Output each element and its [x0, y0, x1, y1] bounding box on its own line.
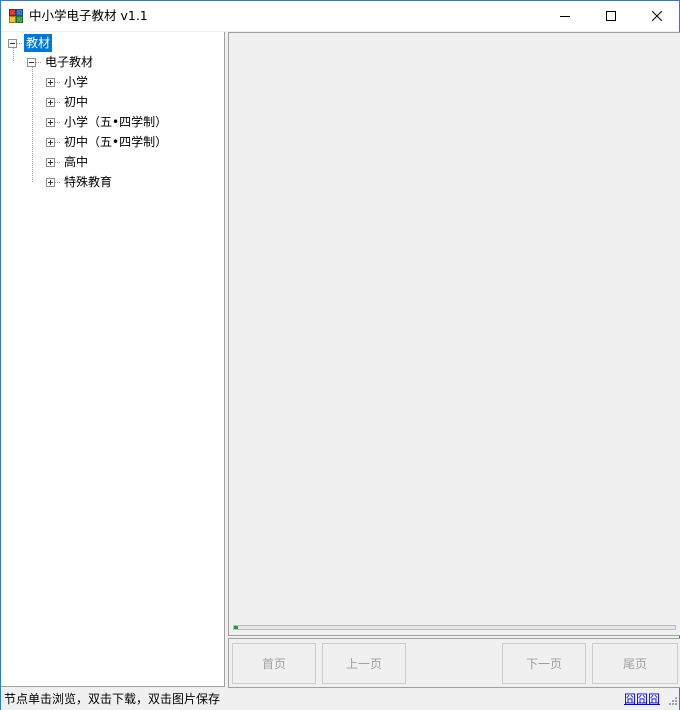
collapse-icon[interactable] — [8, 38, 17, 48]
tree-connector — [55, 141, 61, 143]
page-navigation: 首页 上一页 下一页 尾页 — [228, 638, 680, 688]
tree-node-junior[interactable]: 初中 — [46, 92, 90, 112]
title-bar: 中小学电子教材 v1.1 — [1, 1, 679, 31]
tree-node-label: 电子教材 — [45, 55, 94, 69]
tree-connector — [32, 67, 33, 182]
tree-connector — [17, 42, 23, 44]
tree-node-label: 初中 — [64, 95, 89, 109]
tree-node-label: 初中（五•四学制） — [64, 135, 168, 149]
minimize-button[interactable] — [542, 1, 588, 31]
maximize-button[interactable] — [588, 1, 634, 31]
window-title: 中小学电子教材 v1.1 — [29, 8, 148, 23]
expand-icon[interactable] — [46, 77, 55, 87]
expand-icon[interactable] — [46, 117, 55, 127]
close-button[interactable] — [634, 1, 680, 31]
tree-node-root[interactable]: 教材 — [8, 33, 53, 53]
tree-connector — [55, 121, 61, 123]
tree-node-label: 教材 — [24, 34, 53, 52]
download-progress — [233, 625, 676, 630]
app-icon — [9, 9, 23, 23]
tree-connector — [55, 81, 61, 83]
tree-connector — [36, 61, 42, 63]
resize-grip-icon[interactable] — [668, 696, 678, 706]
page-viewer[interactable] — [228, 32, 680, 636]
tree-node-label: 高中 — [64, 155, 89, 169]
minimize-icon — [560, 16, 570, 17]
status-link[interactable]: 囧囧囧 — [624, 691, 660, 707]
expand-icon[interactable] — [46, 177, 55, 187]
expand-icon[interactable] — [46, 137, 55, 147]
tree-node-label: 特殊教育 — [64, 175, 113, 189]
tree-view[interactable]: 教材 电子教材 小学 初中 小学（五•四学制） 初中（五•四学制） 高中 特殊教… — [1, 32, 225, 687]
progress-fill — [234, 626, 239, 629]
tree-node-primary-54[interactable]: 小学（五•四学制） — [46, 112, 169, 132]
prev-page-button[interactable]: 上一页 — [322, 643, 406, 684]
close-icon — [652, 11, 662, 21]
tree-connector — [55, 101, 61, 103]
maximize-icon — [606, 11, 616, 21]
first-page-button[interactable]: 首页 — [232, 643, 316, 684]
tree-node-senior[interactable]: 高中 — [46, 152, 90, 172]
tree-node-ebooks[interactable]: 电子教材 — [27, 52, 95, 72]
tree-node-label: 小学 — [64, 75, 89, 89]
tree-connector — [55, 181, 61, 183]
expand-icon[interactable] — [46, 97, 55, 107]
tree-connector — [55, 161, 61, 163]
next-page-button[interactable]: 下一页 — [502, 643, 586, 684]
tree-node-junior-54[interactable]: 初中（五•四学制） — [46, 132, 169, 152]
status-bar: 节点单击浏览，双击下载，双击图片保存 囧囧囧 — [1, 688, 679, 710]
collapse-icon[interactable] — [27, 57, 36, 67]
tree-node-label: 小学（五•四学制） — [64, 115, 168, 129]
tree-node-primary[interactable]: 小学 — [46, 72, 90, 92]
last-page-button[interactable]: 尾页 — [592, 643, 678, 684]
tree-node-special[interactable]: 特殊教育 — [46, 172, 114, 192]
expand-icon[interactable] — [46, 157, 55, 167]
status-hint: 节点单击浏览，双击下载，双击图片保存 — [4, 692, 221, 706]
app-window: 中小学电子教材 v1.1 教材 电子教材 小学 初中 小学（五•四学制） 初中（… — [0, 0, 680, 710]
